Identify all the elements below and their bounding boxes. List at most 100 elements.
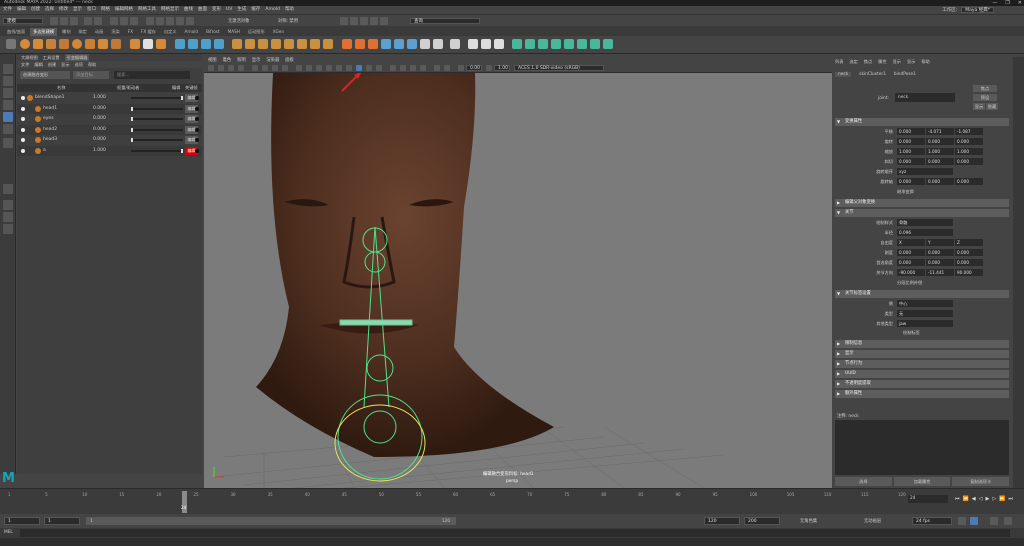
lights-icon[interactable]	[336, 65, 342, 71]
menu-surfaces[interactable]: 曲面	[198, 6, 207, 14]
shape-weight-value[interactable]: 0.000	[93, 104, 106, 114]
quad-draw-icon[interactable]	[420, 39, 430, 49]
shelf-tab-rigging[interactable]: 绑定	[76, 28, 90, 36]
attr-field[interactable]: 0.000	[897, 249, 925, 256]
shape-name[interactable]: head2	[43, 125, 57, 135]
menuset-dropdown[interactable]: 建模	[3, 18, 43, 24]
shelf-tab-sculpting[interactable]: 雕刻	[59, 28, 73, 36]
menu-display[interactable]: 显示	[73, 6, 82, 14]
menu-mesh-display[interactable]: 网格显示	[161, 6, 179, 14]
attr-field[interactable]: 1.000	[955, 148, 983, 155]
side-panel-tabs[interactable]	[1013, 57, 1024, 488]
presets-button[interactable]: 预设	[973, 94, 997, 101]
select-component-icon[interactable]	[130, 17, 138, 25]
playback-end-field[interactable]: 120	[704, 517, 740, 525]
step-back-frame-icon[interactable]: ◀	[972, 495, 976, 503]
tab-outliner[interactable]: 大纲视图	[21, 54, 38, 61]
isolate-select-icon[interactable]	[434, 65, 440, 71]
attr-field[interactable]: xyz	[897, 168, 953, 175]
super-shape-icon[interactable]	[130, 39, 140, 49]
workspace-dropdown[interactable]: Maya 经典*	[961, 7, 994, 13]
copy-tab-button[interactable]: 复制选项卡	[952, 477, 1010, 486]
section-pivots[interactable]: 编辑父对象变换	[835, 199, 1009, 207]
select-button[interactable]: 选择	[835, 477, 892, 486]
menu-modify[interactable]: 修改	[59, 6, 68, 14]
collapse-icon[interactable]	[310, 39, 320, 49]
slider-handle[interactable]	[131, 117, 133, 121]
poke-icon[interactable]	[323, 39, 333, 49]
segment-scale-checkbox[interactable]: 分段比例补偿	[897, 280, 922, 286]
shape-weight-value[interactable]: 0.000	[93, 125, 106, 135]
shelf-tab-fx[interactable]: FX	[125, 28, 136, 36]
poly-torus-icon[interactable]	[72, 39, 82, 49]
live-surface-label[interactable]: 无激活对象	[228, 18, 249, 24]
inherit-transform-checkbox[interactable]: 继承变换	[897, 189, 914, 195]
attr-field[interactable]: -4.071	[926, 128, 954, 135]
section-collapsed[interactable]: UUID	[835, 370, 1009, 378]
menu-windows[interactable]: 窗口	[87, 6, 96, 14]
create-blendshape-button[interactable]: 创建融合变形	[20, 71, 70, 79]
slider-handle[interactable]	[181, 148, 183, 153]
focus-button[interactable]: 焦点	[973, 85, 997, 92]
select-object-icon[interactable]	[120, 17, 128, 25]
playback-start-field[interactable]: 1	[44, 517, 80, 525]
vp-menu-view[interactable]: 视图	[208, 57, 217, 64]
shape-name[interactable]: blendShape1	[35, 93, 65, 103]
attr-field[interactable]: 骨骼	[897, 219, 953, 226]
menu-create[interactable]: 创建	[31, 6, 40, 14]
vp-menu-renderer[interactable]: 渲染器	[266, 57, 279, 64]
lasso-tool-icon[interactable]	[3, 76, 13, 86]
uv-unfold-icon[interactable]	[590, 39, 600, 49]
grid-toggle-icon[interactable]	[252, 65, 258, 71]
attr-field[interactable]: -90.000	[897, 269, 925, 276]
menu-file[interactable]: 文件	[3, 6, 12, 14]
ae-menu-focus[interactable]: 焦点	[864, 58, 872, 65]
vp-menu-panels[interactable]: 面板	[285, 57, 294, 64]
snap-point-icon[interactable]	[166, 17, 174, 25]
start-time-field[interactable]: 1	[4, 517, 40, 525]
shape-row[interactable]: eyes 0.000 编辑	[17, 114, 202, 124]
attr-field[interactable]: 0.000	[897, 178, 925, 185]
shape-row[interactable]: head3 0.000 编辑	[17, 135, 202, 145]
shelf-tab-arnold[interactable]: Arnold	[182, 28, 202, 36]
attr-field[interactable]: 0.000	[955, 178, 983, 185]
slider-handle[interactable]	[131, 138, 133, 142]
shelf-tab-rendering[interactable]: 渲染	[108, 28, 122, 36]
uv-spherical-icon[interactable]	[538, 39, 548, 49]
weight-slider[interactable]	[131, 127, 183, 132]
exposure-icon[interactable]	[458, 65, 464, 71]
shelf-tab-curves[interactable]: 曲线/曲面	[4, 28, 28, 36]
uv-editor-icon[interactable]	[564, 39, 574, 49]
keyframe-dot-icon[interactable]	[195, 106, 199, 111]
vp-menu-show[interactable]: 显示	[252, 57, 261, 64]
new-scene-icon[interactable]	[50, 17, 58, 25]
render-frame-icon[interactable]	[340, 17, 348, 25]
shape-weight-value[interactable]: 1.000	[93, 93, 106, 103]
range-bar-handle[interactable]: 1 120	[86, 517, 456, 525]
smooth-icon[interactable]	[201, 39, 211, 49]
merge-icon[interactable]	[284, 39, 294, 49]
menu-help[interactable]: 帮助	[285, 6, 294, 14]
se-menu-help[interactable]: 帮助	[88, 61, 96, 68]
poly-sphere-icon[interactable]	[20, 39, 30, 49]
current-frame-field[interactable]: 24	[908, 495, 948, 503]
ae-menu-display[interactable]: 显示	[907, 58, 915, 65]
snap-surface-icon[interactable]	[186, 17, 194, 25]
ae-tab-neck[interactable]: neck	[835, 72, 852, 77]
anim-layer-dropdown[interactable]: 无动画层	[864, 518, 881, 524]
boolean-icon[interactable]	[214, 39, 224, 49]
bridge-icon[interactable]	[245, 39, 255, 49]
anim-prefs-icon[interactable]	[1004, 517, 1012, 525]
weight-slider[interactable]	[131, 138, 183, 142]
exposure-field[interactable]: 0.00	[466, 65, 482, 71]
weight-slider[interactable]	[131, 106, 183, 111]
uv-layout-icon[interactable]	[577, 39, 587, 49]
move-tool-icon[interactable]	[3, 100, 13, 110]
vp-menu-shading[interactable]: 着色	[223, 57, 232, 64]
shape-weight-value[interactable]: 1.000	[93, 146, 106, 156]
section-joint[interactable]: 关节	[835, 209, 1009, 217]
menu-cache[interactable]: 缓存	[251, 6, 260, 14]
attr-field[interactable]: jaw	[897, 320, 953, 327]
xray-icon[interactable]	[366, 65, 372, 71]
backface-icon[interactable]	[376, 65, 382, 71]
